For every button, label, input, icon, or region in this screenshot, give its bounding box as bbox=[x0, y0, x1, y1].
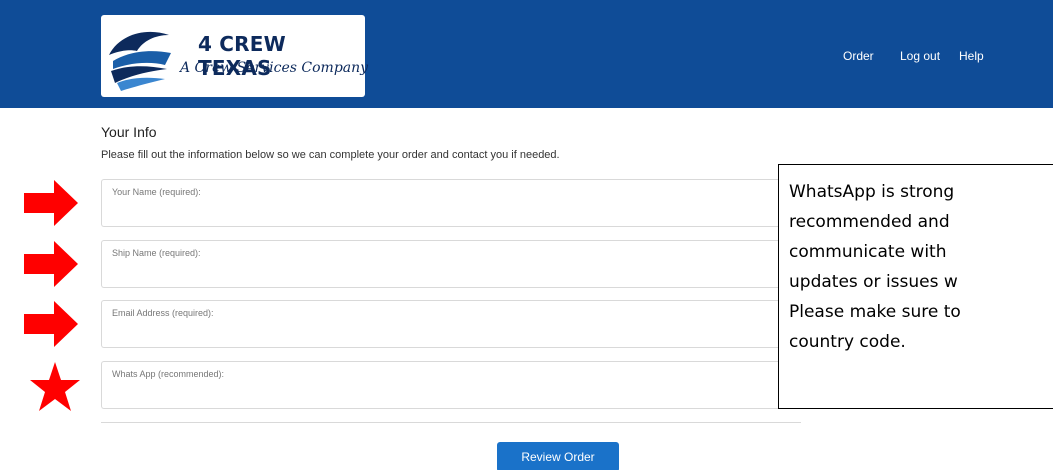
callout-line: WhatsApp is strong bbox=[789, 182, 955, 202]
ship-logo-icon bbox=[109, 31, 171, 91]
nav-logout-link[interactable]: Log out bbox=[900, 49, 940, 63]
callout-line: Please make sure to bbox=[789, 302, 961, 322]
nav-help-link[interactable]: Help bbox=[959, 49, 984, 63]
arrow-icon bbox=[24, 241, 78, 287]
whatsapp-callout: WhatsApp is strong recommended and commu… bbox=[778, 164, 1053, 409]
whatsapp-input[interactable] bbox=[102, 362, 801, 408]
form-intro-text: Please fill out the information below so… bbox=[101, 149, 560, 161]
your-name-input[interactable] bbox=[102, 180, 801, 226]
site-header: 4 CREW TEXAS A Crew Services Company Ord… bbox=[0, 0, 1053, 108]
email-input[interactable] bbox=[102, 301, 801, 347]
callout-line: communicate with bbox=[789, 242, 947, 262]
callout-line: country code. bbox=[789, 332, 906, 352]
email-field[interactable]: Email Address (required): bbox=[101, 300, 801, 348]
your-name-field[interactable]: Your Name (required): bbox=[101, 179, 801, 227]
company-logo[interactable]: 4 CREW TEXAS A Crew Services Company bbox=[101, 15, 369, 97]
callout-line: recommended and bbox=[789, 212, 950, 232]
form-divider bbox=[101, 422, 801, 423]
arrow-icon bbox=[24, 301, 78, 347]
ship-name-field[interactable]: Ship Name (required): bbox=[101, 240, 801, 288]
nav-order-link[interactable]: Order bbox=[843, 49, 874, 63]
ship-name-input[interactable] bbox=[102, 241, 801, 287]
star-icon bbox=[30, 362, 80, 411]
arrow-icon bbox=[24, 180, 78, 226]
section-title: Your Info bbox=[101, 124, 157, 140]
logo-subtitle: A Crew Services Company bbox=[180, 60, 369, 76]
whatsapp-field[interactable]: Whats App (recommended): bbox=[101, 361, 801, 409]
review-order-button[interactable]: Review Order bbox=[497, 442, 619, 470]
callout-line: updates or issues w bbox=[789, 272, 958, 292]
